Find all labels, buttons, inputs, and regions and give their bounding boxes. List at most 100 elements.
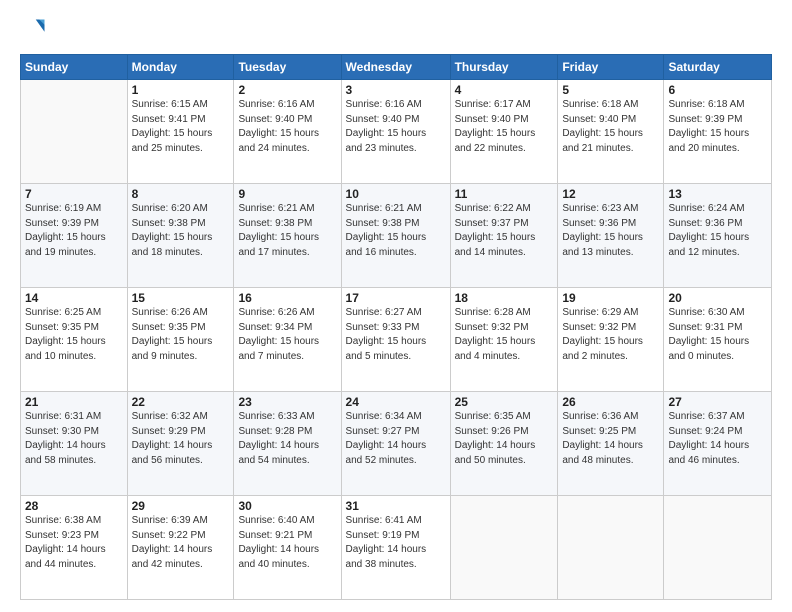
logo-icon [20,16,48,44]
day-number: 2 [238,83,336,97]
day-number: 22 [132,395,230,409]
day-detail: Sunrise: 6:37 AM Sunset: 9:24 PM Dayligh… [668,410,767,468]
day-detail: Sunrise: 6:21 AM Sunset: 9:38 PM Dayligh… [346,202,446,260]
calendar-cell: 22Sunrise: 6:32 AM Sunset: 9:29 PM Dayli… [127,392,234,496]
calendar-cell: 11Sunrise: 6:22 AM Sunset: 9:37 PM Dayli… [450,184,558,288]
weekday-header: Tuesday [234,55,341,80]
day-detail: Sunrise: 6:18 AM Sunset: 9:39 PM Dayligh… [668,98,767,156]
calendar-cell: 1Sunrise: 6:15 AM Sunset: 9:41 PM Daylig… [127,80,234,184]
page: SundayMondayTuesdayWednesdayThursdayFrid… [0,0,792,612]
weekday-header: Saturday [664,55,772,80]
calendar-cell: 15Sunrise: 6:26 AM Sunset: 9:35 PM Dayli… [127,288,234,392]
calendar-header: SundayMondayTuesdayWednesdayThursdayFrid… [21,55,772,80]
day-number: 23 [238,395,336,409]
calendar-cell: 18Sunrise: 6:28 AM Sunset: 9:32 PM Dayli… [450,288,558,392]
calendar-cell [21,80,128,184]
day-detail: Sunrise: 6:39 AM Sunset: 9:22 PM Dayligh… [132,514,230,572]
calendar-cell: 20Sunrise: 6:30 AM Sunset: 9:31 PM Dayli… [664,288,772,392]
day-detail: Sunrise: 6:20 AM Sunset: 9:38 PM Dayligh… [132,202,230,260]
calendar-cell: 9Sunrise: 6:21 AM Sunset: 9:38 PM Daylig… [234,184,341,288]
calendar-cell: 3Sunrise: 6:16 AM Sunset: 9:40 PM Daylig… [341,80,450,184]
calendar-cell: 14Sunrise: 6:25 AM Sunset: 9:35 PM Dayli… [21,288,128,392]
day-number: 21 [25,395,123,409]
day-number: 10 [346,187,446,201]
weekday-header: Thursday [450,55,558,80]
day-number: 16 [238,291,336,305]
day-number: 18 [455,291,554,305]
day-detail: Sunrise: 6:33 AM Sunset: 9:28 PM Dayligh… [238,410,336,468]
calendar-cell: 24Sunrise: 6:34 AM Sunset: 9:27 PM Dayli… [341,392,450,496]
calendar-cell: 19Sunrise: 6:29 AM Sunset: 9:32 PM Dayli… [558,288,664,392]
calendar-cell: 5Sunrise: 6:18 AM Sunset: 9:40 PM Daylig… [558,80,664,184]
day-number: 24 [346,395,446,409]
calendar-week-row: 21Sunrise: 6:31 AM Sunset: 9:30 PM Dayli… [21,392,772,496]
day-detail: Sunrise: 6:15 AM Sunset: 9:41 PM Dayligh… [132,98,230,156]
day-number: 25 [455,395,554,409]
day-number: 31 [346,499,446,513]
day-number: 29 [132,499,230,513]
day-number: 4 [455,83,554,97]
day-number: 20 [668,291,767,305]
day-number: 19 [562,291,659,305]
day-detail: Sunrise: 6:17 AM Sunset: 9:40 PM Dayligh… [455,98,554,156]
calendar-week-row: 7Sunrise: 6:19 AM Sunset: 9:39 PM Daylig… [21,184,772,288]
day-number: 14 [25,291,123,305]
day-number: 9 [238,187,336,201]
day-detail: Sunrise: 6:19 AM Sunset: 9:39 PM Dayligh… [25,202,123,260]
calendar-cell: 7Sunrise: 6:19 AM Sunset: 9:39 PM Daylig… [21,184,128,288]
calendar-week-row: 14Sunrise: 6:25 AM Sunset: 9:35 PM Dayli… [21,288,772,392]
calendar-cell: 30Sunrise: 6:40 AM Sunset: 9:21 PM Dayli… [234,496,341,600]
calendar-cell [558,496,664,600]
day-detail: Sunrise: 6:16 AM Sunset: 9:40 PM Dayligh… [238,98,336,156]
day-detail: Sunrise: 6:40 AM Sunset: 9:21 PM Dayligh… [238,514,336,572]
day-detail: Sunrise: 6:22 AM Sunset: 9:37 PM Dayligh… [455,202,554,260]
day-detail: Sunrise: 6:38 AM Sunset: 9:23 PM Dayligh… [25,514,123,572]
calendar-cell [664,496,772,600]
day-number: 13 [668,187,767,201]
calendar-cell: 13Sunrise: 6:24 AM Sunset: 9:36 PM Dayli… [664,184,772,288]
day-detail: Sunrise: 6:23 AM Sunset: 9:36 PM Dayligh… [562,202,659,260]
day-number: 3 [346,83,446,97]
calendar-cell: 21Sunrise: 6:31 AM Sunset: 9:30 PM Dayli… [21,392,128,496]
day-number: 1 [132,83,230,97]
calendar-cell: 6Sunrise: 6:18 AM Sunset: 9:39 PM Daylig… [664,80,772,184]
day-detail: Sunrise: 6:30 AM Sunset: 9:31 PM Dayligh… [668,306,767,364]
day-detail: Sunrise: 6:34 AM Sunset: 9:27 PM Dayligh… [346,410,446,468]
day-detail: Sunrise: 6:41 AM Sunset: 9:19 PM Dayligh… [346,514,446,572]
day-detail: Sunrise: 6:18 AM Sunset: 9:40 PM Dayligh… [562,98,659,156]
day-number: 15 [132,291,230,305]
day-number: 8 [132,187,230,201]
calendar-cell [450,496,558,600]
day-detail: Sunrise: 6:29 AM Sunset: 9:32 PM Dayligh… [562,306,659,364]
calendar-week-row: 28Sunrise: 6:38 AM Sunset: 9:23 PM Dayli… [21,496,772,600]
day-detail: Sunrise: 6:26 AM Sunset: 9:35 PM Dayligh… [132,306,230,364]
calendar-week-row: 1Sunrise: 6:15 AM Sunset: 9:41 PM Daylig… [21,80,772,184]
day-detail: Sunrise: 6:27 AM Sunset: 9:33 PM Dayligh… [346,306,446,364]
logo [20,16,52,44]
weekday-row: SundayMondayTuesdayWednesdayThursdayFrid… [21,55,772,80]
weekday-header: Friday [558,55,664,80]
day-detail: Sunrise: 6:32 AM Sunset: 9:29 PM Dayligh… [132,410,230,468]
weekday-header: Wednesday [341,55,450,80]
calendar-cell: 8Sunrise: 6:20 AM Sunset: 9:38 PM Daylig… [127,184,234,288]
calendar-cell: 4Sunrise: 6:17 AM Sunset: 9:40 PM Daylig… [450,80,558,184]
calendar-cell: 27Sunrise: 6:37 AM Sunset: 9:24 PM Dayli… [664,392,772,496]
day-number: 30 [238,499,336,513]
day-detail: Sunrise: 6:26 AM Sunset: 9:34 PM Dayligh… [238,306,336,364]
calendar-cell: 25Sunrise: 6:35 AM Sunset: 9:26 PM Dayli… [450,392,558,496]
day-number: 5 [562,83,659,97]
day-detail: Sunrise: 6:24 AM Sunset: 9:36 PM Dayligh… [668,202,767,260]
calendar-cell: 2Sunrise: 6:16 AM Sunset: 9:40 PM Daylig… [234,80,341,184]
calendar-cell: 26Sunrise: 6:36 AM Sunset: 9:25 PM Dayli… [558,392,664,496]
day-detail: Sunrise: 6:31 AM Sunset: 9:30 PM Dayligh… [25,410,123,468]
calendar-cell: 29Sunrise: 6:39 AM Sunset: 9:22 PM Dayli… [127,496,234,600]
weekday-header: Sunday [21,55,128,80]
calendar-body: 1Sunrise: 6:15 AM Sunset: 9:41 PM Daylig… [21,80,772,600]
calendar-cell: 31Sunrise: 6:41 AM Sunset: 9:19 PM Dayli… [341,496,450,600]
day-number: 27 [668,395,767,409]
calendar-cell: 28Sunrise: 6:38 AM Sunset: 9:23 PM Dayli… [21,496,128,600]
day-detail: Sunrise: 6:35 AM Sunset: 9:26 PM Dayligh… [455,410,554,468]
calendar-table: SundayMondayTuesdayWednesdayThursdayFrid… [20,54,772,600]
day-detail: Sunrise: 6:28 AM Sunset: 9:32 PM Dayligh… [455,306,554,364]
header [20,16,772,44]
